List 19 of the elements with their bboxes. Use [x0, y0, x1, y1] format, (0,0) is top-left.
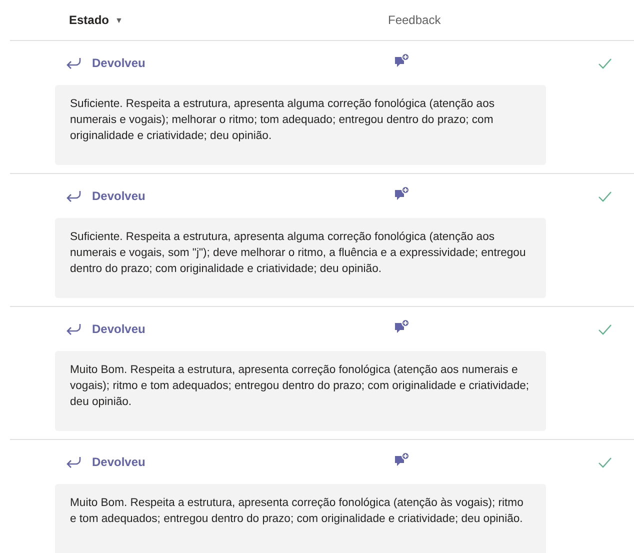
status-label: Devolveu — [92, 455, 146, 469]
add-comment-icon[interactable] — [394, 319, 410, 334]
add-comment-icon[interactable] — [394, 53, 410, 68]
status-label: Devolveu — [92, 189, 146, 203]
return-arrow-icon — [66, 323, 82, 335]
feedback-text: Muito Bom. Respeita a estrutura, apresenta correção fonológica (atenção às vogais); ritmo e tom adequados; entregou dentro do prazo; com originalidade e criatividade; deu opinião. — [55, 484, 546, 553]
add-comment-icon[interactable] — [394, 452, 410, 467]
status-label: Devolveu — [92, 56, 146, 70]
column-header: Feedback — [388, 13, 441, 27]
feedback-text: Muito Bom. Respeita a estrutura, apresenta correção fonológica (atenção aos numerais e vogais); ritmo e tom adequados; entregou dentro do prazo; com originalidade e criatividade; deu opinião. — [55, 351, 546, 431]
return-arrow-icon — [66, 57, 82, 69]
column-header[interactable]: Estado — [69, 13, 110, 27]
add-comment-icon[interactable] — [394, 186, 410, 201]
return-arrow-icon — [66, 190, 82, 202]
feedback-text: Suficiente. Respeita a estrutura, apresenta alguma correção fonológica (atenção aos numerais e vogais, som "j"); deve melhorar o ritmo, a fluência e a expressividade; entregou dentro do prazo; com originalidade e criatividade; deu opinião. — [55, 218, 546, 298]
sort-glyph[interactable]: ▼ — [115, 16, 123, 24]
return-arrow-icon — [66, 456, 82, 468]
status-label: Devolveu — [92, 322, 146, 336]
feedback-text: Suficiente. Respeita a estrutura, apresenta alguma correção fonológica (atenção aos numerais e vogais); melhorar o ritmo; tom adequado; entregou dentro do prazo; com originalidade e criatividade; deu opinião. — [55, 85, 546, 165]
